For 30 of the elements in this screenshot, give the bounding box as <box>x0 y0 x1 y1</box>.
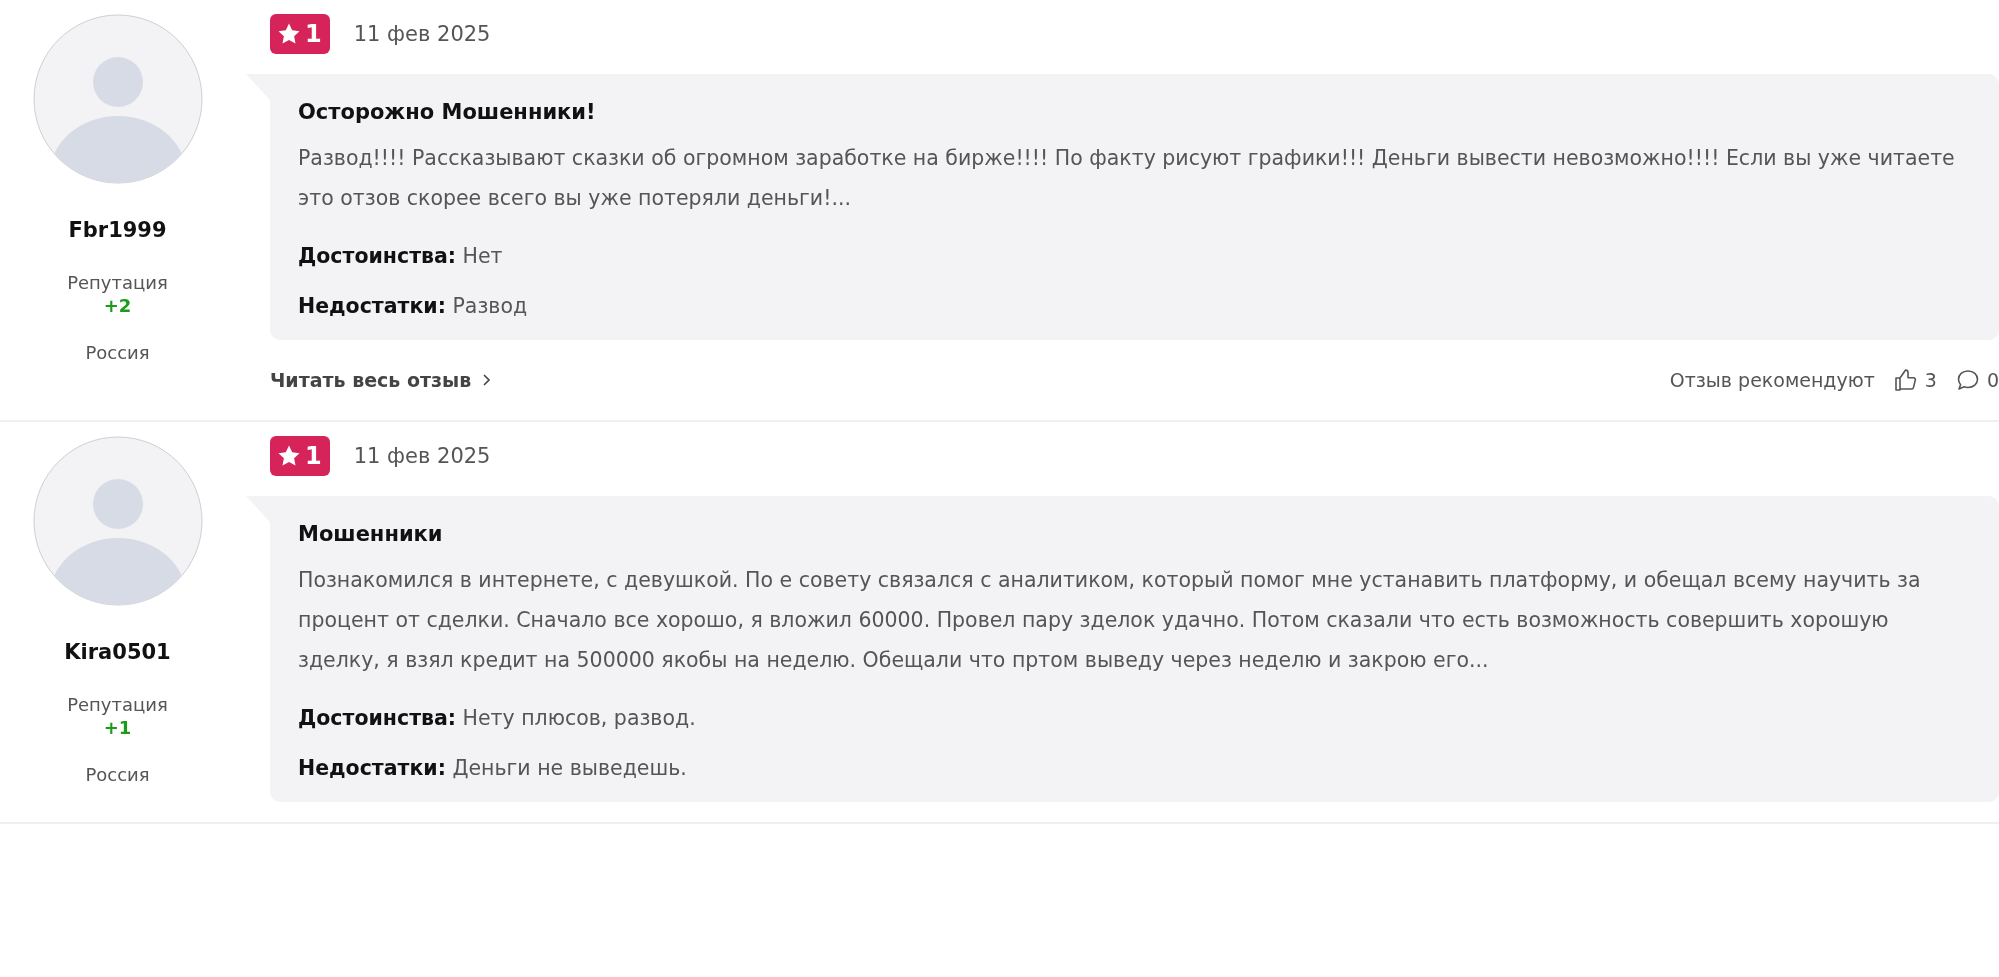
avatar-icon <box>32 436 203 606</box>
comments-count: 0 <box>1986 369 1999 391</box>
username[interactable]: Fbr1999 <box>68 218 167 242</box>
review-pros: Достоинства: Нету плюсов, развод. <box>298 706 697 730</box>
user-country: Россия <box>85 764 150 785</box>
user-country: Россия <box>85 342 150 363</box>
rating-value: 1 <box>305 20 322 48</box>
reputation-label: Репутация <box>67 272 168 293</box>
review-date: 11 фев 2025 <box>353 444 491 468</box>
star-icon <box>277 22 301 46</box>
username[interactable]: Kira0501 <box>64 640 171 664</box>
likes-count: 3 <box>1924 369 1937 391</box>
review-title: Осторожно Мошенники! <box>298 100 597 124</box>
read-more-link[interactable]: Читать весь отзыв <box>270 369 492 391</box>
review-cons: Недостатки: Развод <box>298 294 529 318</box>
review-text: Познакомился в интернете, с девушкой. По е совету связался с аналитиком, который помог мне устанавить платформу, и обещал всему научить за процент от сделки. Сначало все хорошо, я вложил 60000. Провел пару зделок удачно. Потом сказали что есть возможность совершить хорошую зделку, я взял кредит на 500000 якобы на неделю. Обещали что пртом выведу через неделю и закрою его... <box>298 567 1922 674</box>
review-date: 11 фев 2025 <box>353 22 491 46</box>
reputation-value: +2 <box>103 295 132 316</box>
rating-value: 1 <box>305 442 322 470</box>
review-title: Мошенники <box>298 522 444 546</box>
thumbs-up-icon[interactable] <box>1892 367 1919 393</box>
reputation-value: +1 <box>103 717 132 738</box>
reputation-label: Репутация <box>67 694 168 715</box>
avatar-icon <box>32 14 203 184</box>
chevron-icon <box>481 373 492 387</box>
review-cons: Недостатки: Деньги не выведешь. <box>298 756 688 780</box>
review-text: Развод!!!! Рассказывают сказки об огромном заработке на бирже!!!! По факту рисуют графики!!! Деньги вывести невозможно!!!! Если вы уже читаете это отзов скорее всего вы уже потеряли деньги!... <box>298 145 1956 212</box>
recommend-label: Отзыв рекомендуют <box>1669 369 1875 391</box>
review-pros: Достоинства: Нет <box>298 244 504 268</box>
star-icon <box>277 444 301 468</box>
